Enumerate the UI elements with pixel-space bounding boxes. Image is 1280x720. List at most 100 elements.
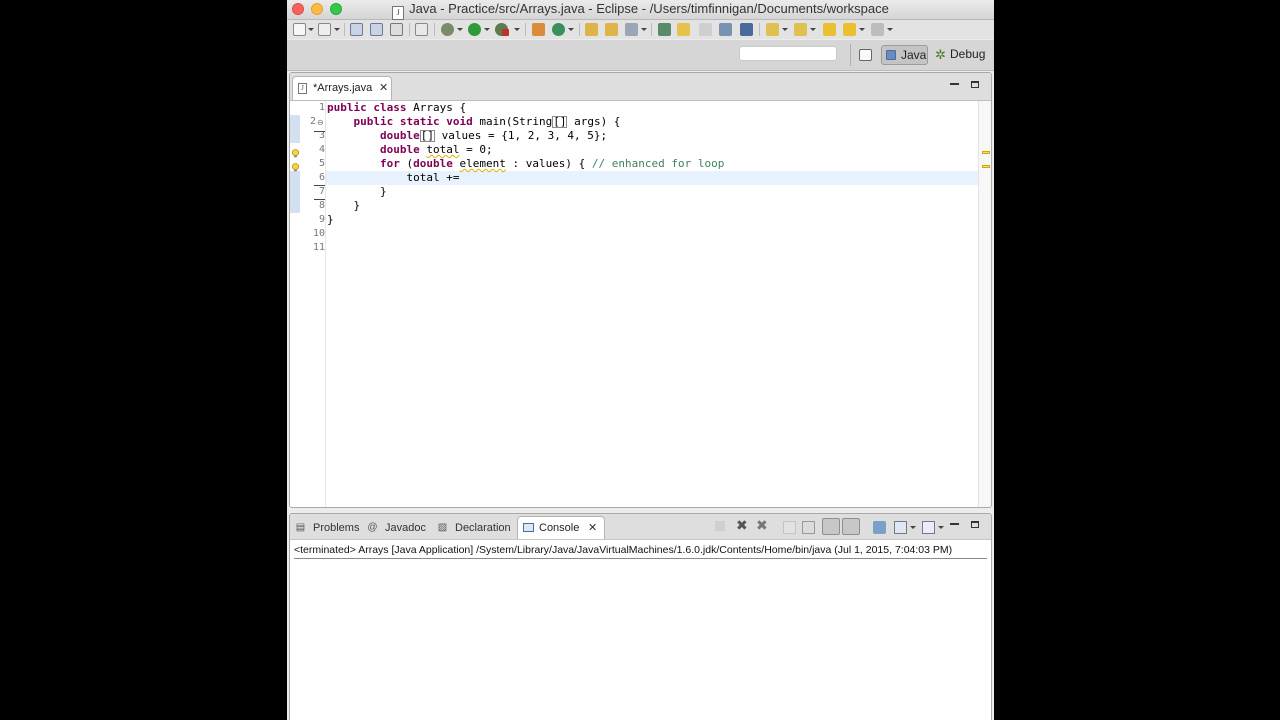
external-tools-dropdown-icon[interactable] (514, 28, 520, 31)
line-number: 11 (312, 242, 325, 253)
java-perspective-icon (886, 50, 896, 60)
overview-ruler[interactable] (978, 101, 991, 507)
toolbar-separator (525, 23, 526, 36)
code-line: double total = 0; (379, 143, 493, 156)
editor-panel: J *Arrays.java ✕ 1 2 ⊖ 3 4 5 6 7 8 9 10 … (289, 72, 992, 508)
remove-all-terminated-icon[interactable]: ✖ (756, 518, 769, 532)
toggle-word-wrap-icon[interactable] (719, 23, 732, 36)
eclipse-window: J Java - Practice/src/Arrays.java - Eclip… (287, 0, 994, 720)
fold-collapse-icon[interactable]: ⊖ (317, 118, 324, 127)
close-tab-icon[interactable]: ✕ (379, 81, 388, 94)
warning-overview-marker[interactable] (982, 165, 990, 168)
debug-bug-icon[interactable] (441, 23, 454, 36)
console-panel: ▤ Problems @ Javadoc ▧ Declaration Conso… (289, 513, 992, 720)
search-icon[interactable] (625, 23, 638, 36)
debug-perspective-label: Debug (950, 47, 986, 61)
minimize-console-icon[interactable] (950, 523, 959, 525)
new-project-dropdown-icon[interactable] (334, 28, 340, 31)
declaration-icon: ▧ (437, 522, 448, 533)
new-dropdown-icon[interactable] (308, 28, 314, 31)
tab-javadoc[interactable]: @ Javadoc (367, 520, 431, 536)
toolbar-separator (434, 23, 435, 36)
open-perspective-icon[interactable] (859, 49, 872, 61)
forward-arrow-icon[interactable] (871, 23, 884, 36)
back-arrow-icon[interactable] (843, 23, 856, 36)
line-number-gutter: 1 2 ⊖ 3 4 5 6 7 8 9 10 11 (300, 101, 326, 507)
perspective-separator (850, 44, 851, 66)
code-line: public class Arrays { (327, 101, 467, 114)
scroll-lock-icon[interactable] (802, 521, 815, 534)
new-project-icon[interactable] (318, 23, 331, 36)
java-file-icon: J (298, 83, 307, 94)
console-icon (523, 523, 534, 532)
open-task-icon[interactable] (605, 23, 618, 36)
debug-perspective-button[interactable]: ✲ Debug (933, 45, 991, 65)
previous-annotation-dropdown-icon[interactable] (810, 28, 816, 31)
run-dropdown-icon[interactable] (484, 28, 490, 31)
display-console-dropdown-icon[interactable] (910, 526, 916, 529)
new-class-dropdown-icon[interactable] (568, 28, 574, 31)
next-annotation-dropdown-icon[interactable] (782, 28, 788, 31)
quick-access-input[interactable] (739, 46, 837, 61)
code-line: double[] values = {1, 2, 3, 4, 5}; (379, 129, 608, 142)
toolbar-separator (579, 23, 580, 36)
skip-breakpoints-icon[interactable] (415, 23, 428, 36)
display-selected-console-icon[interactable] (894, 521, 907, 534)
pin-console-icon[interactable] (873, 521, 886, 534)
line-number: 8 (318, 200, 325, 211)
editor-tab-label: *Arrays.java (313, 82, 373, 94)
code-text-area[interactable]: public class Arrays { public static void… (326, 101, 978, 507)
close-console-tab-icon[interactable]: ✕ (588, 521, 597, 534)
next-annotation-icon[interactable] (766, 23, 779, 36)
quick-diff-deletion-marker (314, 131, 325, 132)
search-dropdown-icon[interactable] (641, 28, 647, 31)
toggle-block-selection-icon[interactable] (699, 23, 712, 36)
tab-console[interactable]: Console ✕ (517, 516, 605, 539)
warning-lightbulb-icon[interactable] (291, 163, 300, 172)
open-console-icon[interactable] (922, 521, 935, 534)
tab-declaration[interactable]: ▧ Declaration (437, 520, 515, 536)
code-line: public static void main(String[] args) { (353, 115, 621, 128)
forward-dropdown-icon[interactable] (887, 28, 893, 31)
line-number: 10 (312, 228, 325, 239)
print-icon[interactable] (390, 23, 403, 36)
warning-lightbulb-icon[interactable] (291, 149, 300, 158)
minimize-editor-icon[interactable] (950, 83, 959, 85)
remove-launch-icon[interactable]: ✖ (736, 518, 749, 532)
code-line-current: total += (406, 171, 460, 184)
code-line: } (327, 213, 334, 226)
open-console-dropdown-icon[interactable] (938, 526, 944, 529)
java-perspective-button[interactable]: Java (881, 45, 928, 65)
tab-problems[interactable]: ▤ Problems (295, 520, 365, 536)
editor-tab-arrays-java[interactable]: J *Arrays.java ✕ (292, 76, 392, 100)
code-line: } (353, 199, 361, 212)
toolbar-separator (344, 23, 345, 36)
show-console-on-error-icon[interactable] (842, 518, 860, 535)
terminate-icon[interactable] (715, 521, 725, 531)
warning-overview-marker[interactable] (982, 151, 990, 154)
new-java-package-icon[interactable] (532, 23, 545, 36)
toolbar-separator (651, 23, 652, 36)
toggle-mark-occurrences-icon[interactable] (658, 23, 671, 36)
perspective-bar: Java ✲ Debug (287, 40, 994, 71)
new-file-icon[interactable] (293, 23, 306, 36)
show-console-on-output-icon[interactable] (822, 518, 840, 535)
code-line: } (379, 185, 387, 198)
maximize-console-icon[interactable] (971, 521, 979, 528)
window-title: Java - Practice/src/Arrays.java - Eclips… (409, 1, 889, 16)
show-whitespace-icon[interactable] (740, 23, 753, 36)
debug-dropdown-icon[interactable] (457, 28, 463, 31)
maximize-editor-icon[interactable] (971, 81, 979, 88)
clear-console-icon[interactable] (783, 521, 796, 534)
previous-annotation-icon[interactable] (794, 23, 807, 36)
open-type-icon[interactable] (585, 23, 598, 36)
toggle-highlight-icon[interactable] (677, 23, 690, 36)
main-toolbar (287, 20, 994, 39)
save-icon[interactable] (350, 23, 363, 36)
last-edit-location-icon[interactable] (823, 23, 836, 36)
back-dropdown-icon[interactable] (859, 28, 865, 31)
stop-badge-icon (502, 29, 509, 36)
run-icon[interactable] (468, 23, 481, 36)
new-java-class-icon[interactable] (552, 23, 565, 36)
save-all-icon[interactable] (370, 23, 383, 36)
